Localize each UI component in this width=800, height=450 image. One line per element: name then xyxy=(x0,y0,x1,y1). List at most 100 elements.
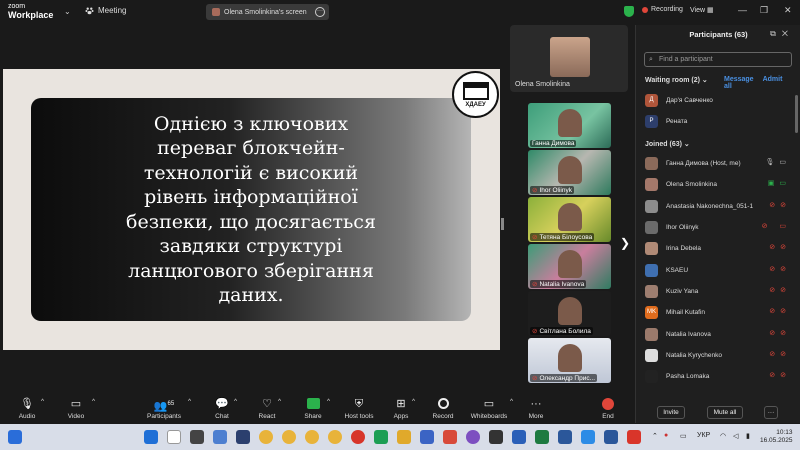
share-options-caret[interactable]: ^ xyxy=(327,398,330,405)
participant-row[interactable]: Irina Debela ⊘⊘ xyxy=(645,241,795,256)
chat-button[interactable]: 💬 Chat xyxy=(212,398,232,420)
folder-icon[interactable] xyxy=(397,430,411,444)
video-tile[interactable]: ⊘ Олександр Прис... xyxy=(528,338,611,383)
opera-icon[interactable] xyxy=(351,430,365,444)
viber-icon[interactable] xyxy=(466,430,480,444)
waiting-row[interactable]: Р Рената xyxy=(645,114,795,129)
participants-options-caret[interactable]: ^ xyxy=(188,398,191,405)
word-icon[interactable] xyxy=(558,430,572,444)
system-tray-icon[interactable]: ● xyxy=(664,432,668,439)
record-button[interactable]: Record xyxy=(431,398,455,420)
search-input[interactable]: ⌕ Find a participant xyxy=(644,52,792,67)
chevron-down-icon[interactable]: ⌄ xyxy=(64,7,71,16)
participant-row[interactable]: MK Mihail Kutafin ⊘⊘ xyxy=(645,305,795,320)
joined-header[interactable]: Joined (63) ⌄ xyxy=(645,140,690,148)
video-tile[interactable]: ⊘ Ihor Oliinyk xyxy=(528,150,611,195)
app-icon[interactable] xyxy=(443,430,457,444)
chrome-icon[interactable] xyxy=(305,430,319,444)
avatar xyxy=(645,349,658,362)
split-handle[interactable] xyxy=(501,218,504,230)
clock[interactable]: 10:13 16.05.2025 xyxy=(760,429,793,445)
participant-row[interactable]: Pasha Lomaka ⊘⊘ xyxy=(645,369,795,384)
app-icon[interactable] xyxy=(236,430,250,444)
zoom-window: zoom Workplace ⌄ Meeting Olena Smolinkin… xyxy=(0,0,800,450)
pdf-icon[interactable] xyxy=(627,430,641,444)
participant-row[interactable]: Natalia Kyrychenko ⊘⊘ xyxy=(645,348,795,363)
participant-row[interactable]: Kuziv Yana ⊘⊘ xyxy=(645,284,795,299)
app-icon[interactable] xyxy=(213,430,227,444)
chrome-icon[interactable] xyxy=(328,430,342,444)
video-tile[interactable]: ⊘ Natalia Ivanova xyxy=(528,244,611,289)
app-icon[interactable] xyxy=(420,430,434,444)
more-options-button[interactable]: ··· xyxy=(764,406,778,419)
audio-options-caret[interactable]: ^ xyxy=(41,398,44,405)
chevron-right-icon[interactable]: ❯ xyxy=(620,236,630,250)
more-button[interactable]: ··· More xyxy=(526,398,546,420)
close-icon[interactable]: ✕ xyxy=(784,5,792,16)
end-button[interactable]: End xyxy=(599,398,617,420)
video-button[interactable]: ▭ Video xyxy=(64,398,88,420)
react-options-caret[interactable]: ^ xyxy=(278,398,281,405)
video-tile[interactable]: ⊘ Світлана Болила xyxy=(528,291,611,336)
share-button[interactable]: Share xyxy=(302,398,324,420)
app-icon[interactable] xyxy=(512,430,526,444)
video-tile[interactable]: Ганна Димова xyxy=(528,103,611,148)
chrome-icon[interactable] xyxy=(259,430,273,444)
restore-icon[interactable]: ❐ xyxy=(760,5,768,16)
popout-icon[interactable]: ⧉ xyxy=(770,29,782,38)
logo-line2: Workplace xyxy=(8,10,54,20)
word-icon[interactable] xyxy=(604,430,618,444)
app-icon[interactable] xyxy=(489,430,503,444)
participant-row[interactable]: Anastasia Nakonechna_051-1 ⊘⊘ xyxy=(645,199,795,214)
apps-options-caret[interactable]: ^ xyxy=(412,398,415,405)
heart-icon: ♡ xyxy=(262,398,272,410)
invite-button[interactable]: Invite xyxy=(657,406,685,419)
chat-options-caret[interactable]: ^ xyxy=(234,398,237,405)
active-speaker-tile[interactable]: Olena Smolinkina xyxy=(510,25,628,92)
waiting-room-header[interactable]: Waiting room (2) ⌄ xyxy=(645,76,708,84)
scrollbar[interactable] xyxy=(795,95,798,133)
app-icon[interactable] xyxy=(374,430,388,444)
volume-icon[interactable]: ◁ xyxy=(733,432,738,440)
language-indicator[interactable]: УКР xyxy=(697,432,710,439)
start-icon[interactable] xyxy=(144,430,158,444)
participant-row[interactable]: Ihor Oliinyk ⊘ ▭ xyxy=(645,220,795,235)
participant-row[interactable]: Ганна Димова (Host, me) 🎙▭ xyxy=(645,156,795,171)
chevron-up-icon[interactable]: ⌃ xyxy=(652,432,658,440)
task-view-icon[interactable] xyxy=(190,430,204,444)
panel-footer: Invite Mute all ··· xyxy=(636,403,800,423)
shield-icon[interactable] xyxy=(624,6,634,17)
minimize-icon[interactable]: — xyxy=(738,5,747,15)
participants-label: Participants xyxy=(147,413,181,420)
meeting-info[interactable]: Meeting xyxy=(85,6,126,15)
screen-share-pill[interactable]: Olena Smolinkina's screen ··· xyxy=(206,4,329,20)
video-tile[interactable]: ⊘ Тетяна Білоусова xyxy=(528,197,611,242)
participant-row[interactable]: Natalia Ivanova ⊘⊘ xyxy=(645,327,795,342)
apps-button[interactable]: ⊞ Apps xyxy=(392,398,410,420)
battery-icon[interactable]: ▮ xyxy=(746,432,750,440)
recording-indicator[interactable]: Recording xyxy=(642,6,683,13)
waiting-row[interactable]: Д Дар'я Савченко xyxy=(645,93,795,108)
more-options-icon[interactable]: ··· xyxy=(315,7,325,17)
excel-icon[interactable] xyxy=(535,430,549,444)
close-icon[interactable]: ✕ xyxy=(782,29,794,38)
mute-all-button[interactable]: Mute all xyxy=(707,406,743,419)
widgets-icon[interactable] xyxy=(8,430,22,444)
tray-icon[interactable]: ▭ xyxy=(680,432,687,440)
record-dot-icon xyxy=(642,6,648,13)
participant-row[interactable]: Olena Smolinkina ▣▭ xyxy=(645,177,795,192)
participant-row[interactable]: KSAEU ⊘⊘ xyxy=(645,263,795,278)
audio-button[interactable]: 🎙 Audio xyxy=(14,398,40,420)
wifi-icon[interactable]: ◠ xyxy=(720,432,726,440)
view-button[interactable]: View ▦ xyxy=(690,6,714,14)
host-tools-button[interactable]: ⛨ Host tools xyxy=(343,398,375,420)
message-button[interactable]: Message xyxy=(724,76,754,83)
chrome-icon[interactable] xyxy=(282,430,296,444)
react-button[interactable]: ♡ React xyxy=(256,398,278,420)
participants-button[interactable]: 👥65 Participants xyxy=(144,398,184,420)
video-options-caret[interactable]: ^ xyxy=(92,398,95,405)
whiteboards-options-caret[interactable]: ^ xyxy=(510,398,513,405)
search-icon[interactable] xyxy=(167,430,181,444)
whiteboards-button[interactable]: ▭ Whiteboards xyxy=(470,398,508,420)
zoom-icon[interactable] xyxy=(581,430,595,444)
